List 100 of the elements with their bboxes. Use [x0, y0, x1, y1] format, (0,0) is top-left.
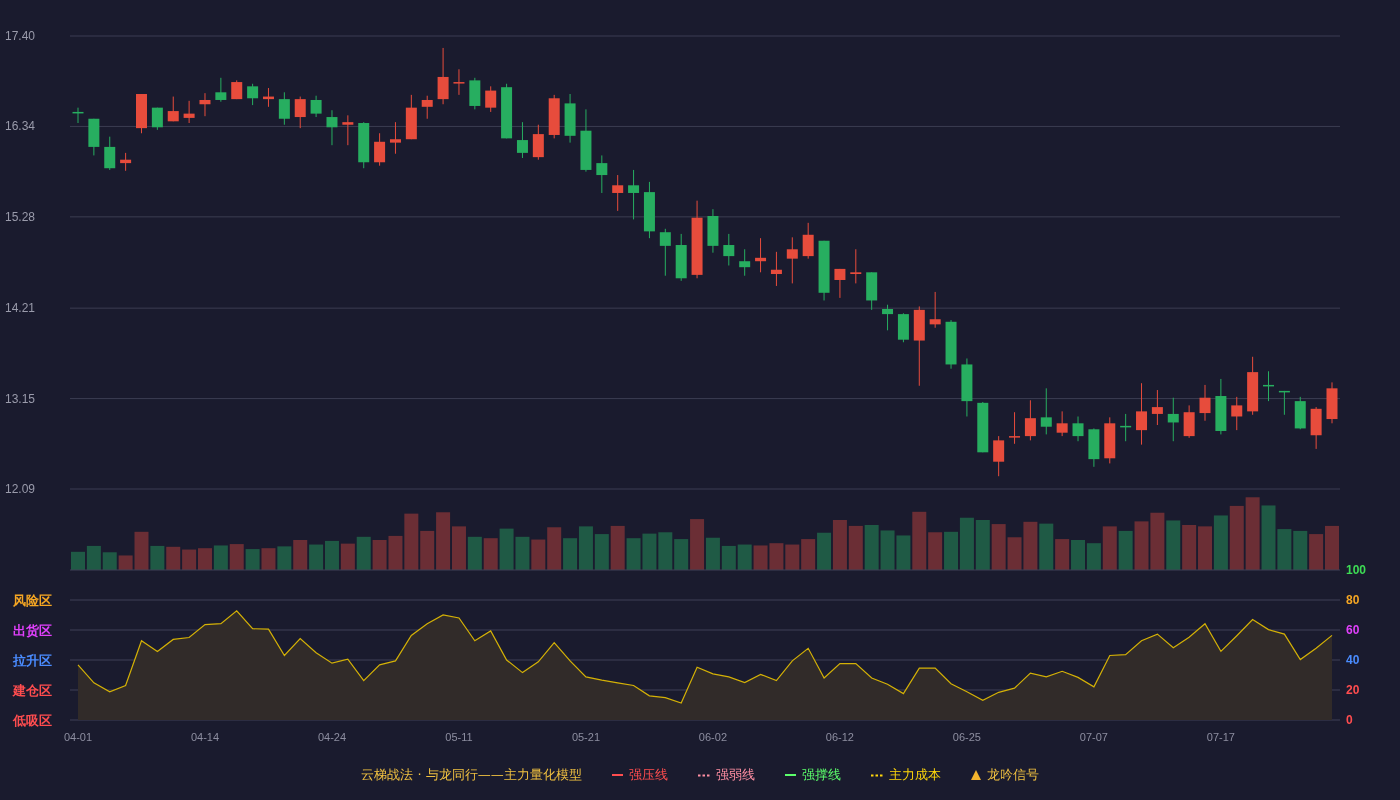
candlestick [1199, 384, 1211, 422]
candlestick [723, 233, 735, 266]
axis-label: 06-02 [698, 731, 727, 743]
candlestick [278, 91, 290, 126]
candlestick [802, 222, 814, 260]
zone-label: 风险区 [13, 593, 52, 608]
candlestick [485, 85, 497, 113]
candlestick [786, 236, 798, 284]
candlestick [1294, 396, 1306, 430]
axis-label: 20 [1346, 683, 1360, 697]
axis-label: 06-12 [825, 731, 854, 743]
axis-label: 04-01 [63, 731, 93, 743]
candlestick [389, 121, 401, 155]
candlestick [882, 304, 894, 331]
candlestick [1151, 389, 1163, 426]
candlestick [1326, 381, 1338, 424]
axis-label: 14.21 [5, 301, 36, 316]
candlestick [675, 233, 687, 282]
candlestick [1183, 404, 1195, 439]
candlestick [580, 108, 592, 173]
candlestick [183, 100, 195, 124]
legend-title: 云梯战法 · 与龙同行——主力量化模型 [361, 766, 582, 784]
candlestick [1024, 399, 1036, 441]
candlestick [929, 291, 941, 329]
axis-label: 40 [1346, 653, 1360, 667]
axis-label: 07-07 [1079, 731, 1108, 743]
axis-label: 60 [1346, 623, 1360, 637]
candlestick [770, 251, 782, 287]
candlestick [945, 319, 957, 370]
candlestick [1120, 413, 1132, 442]
candlestick [167, 96, 179, 122]
candlestick [707, 208, 719, 254]
zone-label: 出货区 [13, 623, 52, 638]
candlestick [866, 271, 878, 311]
candlestick [437, 47, 449, 105]
legend-label: 龙吟信号 [986, 766, 1039, 784]
candlestick [358, 121, 370, 169]
candlestick [659, 228, 671, 277]
candlestick [231, 79, 243, 100]
candlestick [104, 136, 116, 171]
axis-label: 15.28 [5, 209, 36, 224]
candlestick [1040, 387, 1052, 435]
candlestick [421, 95, 433, 120]
candlestick [818, 240, 830, 301]
zone-label: 建仓区 [13, 683, 52, 698]
zone-label: 拉升区 [13, 653, 52, 668]
candlestick [1104, 416, 1116, 464]
candlestick [1009, 411, 1021, 445]
candlestick [532, 124, 544, 161]
axis-label: 05-21 [571, 731, 600, 743]
candlestick [1247, 356, 1259, 416]
candlestick [596, 154, 608, 194]
candlestick [247, 83, 259, 106]
candlestick [755, 237, 767, 273]
candlestick [310, 95, 322, 118]
candlestick [612, 174, 624, 212]
legend-label: 主力成本 [888, 766, 941, 784]
candlestick [342, 114, 354, 146]
candlestick [993, 435, 1005, 477]
axis-label: 100 [1346, 563, 1367, 577]
candlestick [72, 107, 84, 124]
candlestick [374, 132, 386, 167]
candlestick [1088, 427, 1100, 468]
candlestick [469, 77, 481, 110]
candlestick [501, 83, 513, 139]
candlestick [897, 312, 909, 343]
candlestick [405, 94, 417, 140]
candlestick [1056, 410, 1068, 437]
candlestick [739, 248, 751, 277]
axis-label: 07-17 [1206, 731, 1235, 743]
candlestick [151, 107, 163, 131]
candlestick [1310, 406, 1322, 450]
candlestick [1231, 396, 1243, 431]
candlestick [1072, 416, 1084, 442]
axis-label: 17.40 [5, 29, 36, 43]
candlestick [1167, 397, 1179, 442]
legend-label: 强弱线 [715, 766, 755, 784]
candlestick [88, 118, 100, 156]
candlestick [1263, 370, 1274, 402]
candlestick [850, 248, 862, 284]
legend-label: 强压线 [628, 766, 668, 784]
axis-label: 05-11 [445, 731, 473, 743]
candlestick [1278, 390, 1290, 416]
candlestick [564, 93, 576, 144]
candlestick [643, 181, 655, 239]
candlestick [834, 268, 846, 299]
candlestick [326, 109, 338, 146]
candlestick [961, 357, 973, 417]
axis-label: 04-14 [190, 731, 220, 743]
axis-label: 12.09 [5, 482, 36, 495]
candlestick [199, 92, 211, 117]
legend-label: 强撑线 [801, 766, 841, 784]
candlestick [1136, 382, 1147, 446]
candlestick [294, 96, 306, 129]
axis-label: 16.34 [5, 119, 36, 134]
axis-label: 0 [1346, 713, 1353, 727]
axis-label: 06-25 [952, 731, 981, 743]
candlestick [1215, 378, 1227, 435]
axis-label: 80 [1346, 593, 1360, 607]
candlestick [548, 94, 560, 139]
